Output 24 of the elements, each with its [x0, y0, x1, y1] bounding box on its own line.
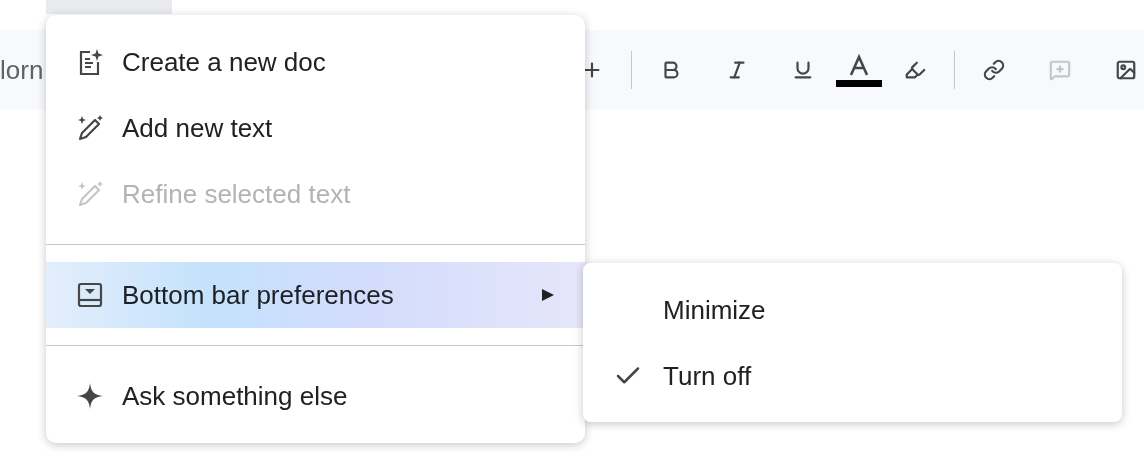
bottom-panel-icon	[76, 281, 104, 309]
menu-item-label: Bottom bar preferences	[122, 278, 394, 312]
menu-item[interactable]: Ask something else	[46, 363, 585, 429]
menu-item-label: Create a new doc	[122, 45, 326, 79]
menu-item[interactable]: Add new text	[46, 95, 585, 161]
image-icon	[1115, 59, 1137, 81]
menu-item-label: Refine selected text	[122, 177, 351, 211]
menu-item[interactable]: Bottom bar preferences	[46, 262, 585, 328]
submenu-item[interactable]: Turn off	[583, 343, 1122, 409]
pen-sparkle-icon	[76, 180, 104, 208]
menu-item[interactable]: Create a new doc	[46, 29, 585, 95]
highlighter-icon	[904, 59, 926, 81]
menu-item-label: Add new text	[122, 111, 273, 145]
submenu-item-label: Turn off	[663, 359, 752, 393]
sparkle-icon	[76, 382, 104, 410]
submenu-item[interactable]: Minimize	[583, 277, 1122, 343]
submenu-arrow-icon	[541, 288, 555, 302]
link-icon	[983, 59, 1005, 81]
menu-item-label: Ask something else	[122, 379, 348, 413]
add-comment-icon	[1049, 59, 1071, 81]
submenu-item-label: Minimize	[663, 293, 766, 327]
pen-sparkle-icon	[76, 114, 104, 142]
text-color-icon	[836, 53, 882, 87]
underline-icon	[792, 59, 814, 81]
